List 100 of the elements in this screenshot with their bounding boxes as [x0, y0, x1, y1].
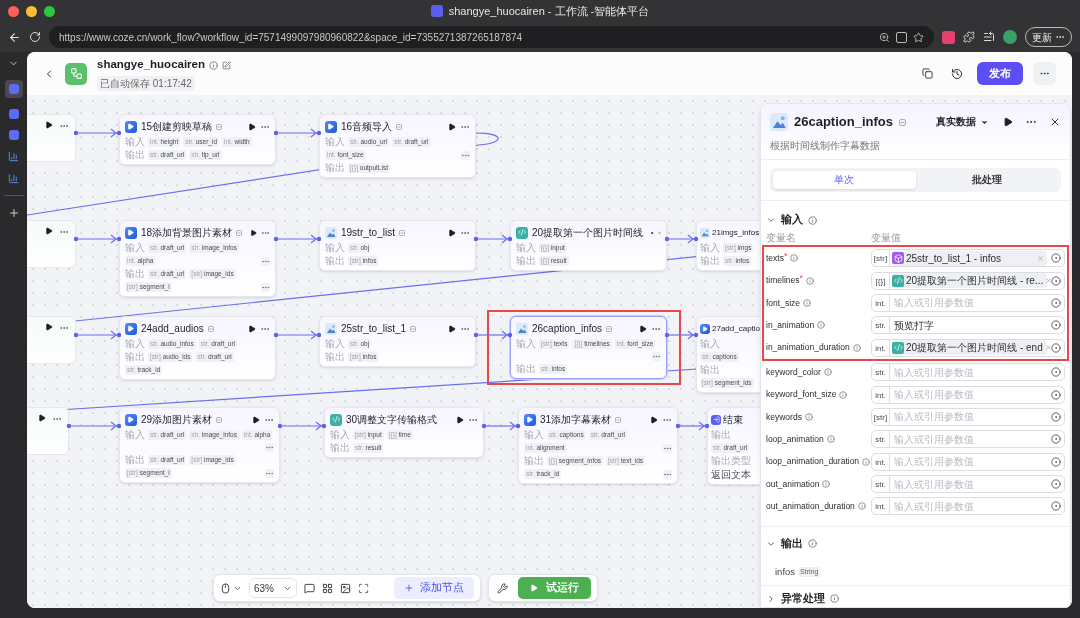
comment-icon[interactable] [304, 582, 315, 594]
run-icon[interactable] [248, 122, 256, 131]
variable-icon[interactable] [1051, 501, 1061, 512]
mouse-icon[interactable] [220, 582, 231, 594]
value-input[interactable]: 输入或引用参数值 [892, 499, 1047, 514]
clear-icon[interactable] [1044, 344, 1052, 352]
close-icon[interactable] [1049, 116, 1061, 128]
run-icon[interactable] [448, 228, 456, 237]
value-field[interactable]: int. 输入或引用参数值 [871, 497, 1065, 516]
info-icon[interactable] [862, 457, 871, 466]
info-icon[interactable] [817, 321, 826, 330]
value-field[interactable]: int. 输入或引用参数值 [871, 293, 1065, 312]
info-icon[interactable] [823, 368, 832, 377]
value-input[interactable]: 输入或引用参数值 [892, 295, 1047, 311]
value-input[interactable]: 预览打字 [892, 317, 1047, 333]
info-icon[interactable] [209, 60, 218, 70]
variable-icon[interactable] [1051, 275, 1061, 286]
value-field[interactable]: int. 输入或引用参数值 [871, 452, 1065, 471]
address-field[interactable]: https://www.coze.cn/work_flow?workflow_id=7571499097980960822&space_id=7355271387265187874 [49, 26, 934, 48]
info-icon[interactable] [852, 343, 861, 352]
image-icon[interactable] [340, 582, 351, 594]
mode-tab[interactable]: 批处理 [915, 171, 1058, 189]
info-icon[interactable] [839, 390, 848, 399]
more-pins-icon[interactable] [461, 150, 470, 160]
variable-icon[interactable] [1051, 389, 1061, 400]
frame-icon[interactable] [358, 582, 369, 594]
run-icon[interactable] [45, 227, 53, 235]
minimize-window-icon[interactable] [26, 5, 37, 17]
chart-icon[interactable] [8, 151, 19, 162]
workflow-node[interactable] [27, 316, 76, 364]
variable-icon[interactable] [1051, 434, 1061, 445]
info-icon[interactable] [826, 435, 835, 444]
history-icon[interactable] [951, 67, 963, 80]
value-input[interactable]: 输入或引用参数值 [892, 431, 1047, 447]
more-pins-icon[interactable] [265, 468, 274, 478]
chart-icon[interactable] [8, 173, 19, 184]
run-icon[interactable] [650, 415, 658, 424]
back-icon[interactable] [8, 30, 21, 44]
variable-icon[interactable] [1051, 479, 1061, 490]
value-field[interactable]: int. 输入或引用参数值 [871, 385, 1065, 404]
info-icon[interactable] [803, 298, 812, 307]
run-icon[interactable] [38, 414, 46, 422]
run-icon[interactable] [45, 121, 53, 129]
collapse-icon[interactable] [766, 215, 776, 225]
value-input[interactable]: 输入或引用参数值 [892, 454, 1047, 470]
variable-icon[interactable] [1051, 253, 1061, 264]
extensions-icon[interactable] [963, 31, 975, 43]
run-icon[interactable] [248, 324, 256, 333]
expand-icon[interactable] [766, 593, 776, 604]
value-field[interactable]: str. 输入或引用参数值 [871, 475, 1065, 494]
edit-icon[interactable] [222, 60, 231, 70]
info-icon[interactable] [808, 215, 817, 225]
copy-icon[interactable] [922, 68, 933, 79]
value-input[interactable]: 输入或引用参数值 [892, 476, 1047, 492]
workflow-node[interactable] [27, 407, 69, 455]
clear-icon[interactable] [1045, 277, 1053, 285]
more-pins-icon[interactable] [663, 443, 672, 453]
value-input[interactable]: 输入或引用参数值 [892, 364, 1047, 380]
more-pins-icon[interactable] [663, 469, 672, 479]
value-field[interactable]: int. 20提取第一个图片时间线 - end [871, 338, 1065, 357]
run-icon[interactable] [1003, 117, 1013, 127]
extension-icon[interactable] [942, 30, 955, 44]
variable-icon[interactable] [1051, 367, 1061, 378]
run-icon[interactable] [448, 324, 456, 333]
value-field[interactable]: str. 预览打字 [871, 316, 1065, 335]
info-icon[interactable] [790, 254, 799, 263]
more-pins-icon[interactable] [265, 443, 274, 452]
zoom-select[interactable]: 63% [249, 578, 297, 598]
value-input[interactable]: 输入或引用参数值 [892, 387, 1047, 403]
info-icon[interactable] [830, 594, 839, 604]
info-icon[interactable] [857, 502, 866, 511]
grid-icon[interactable] [322, 582, 333, 594]
publish-button[interactable]: 发布 [977, 62, 1023, 85]
wrench-icon[interactable] [497, 582, 508, 594]
info-icon[interactable] [804, 412, 813, 421]
run-icon[interactable] [252, 415, 260, 424]
value-field[interactable]: str. 输入或引用参数值 [871, 430, 1065, 449]
add-icon[interactable] [7, 207, 20, 219]
info-icon[interactable] [822, 480, 831, 489]
app-icon[interactable] [8, 130, 19, 140]
app-icon[interactable] [8, 109, 19, 119]
variable-icon[interactable] [1051, 456, 1061, 467]
data-mode-dropdown[interactable]: 真实数据 [936, 114, 989, 130]
run-icon[interactable] [456, 415, 464, 424]
reload-icon[interactable] [29, 31, 41, 43]
variable-icon[interactable] [1051, 297, 1061, 308]
variable-icon[interactable] [1051, 411, 1061, 422]
add-node-button[interactable]: 添加节点 [394, 577, 474, 599]
app-icon[interactable] [4, 80, 23, 98]
run-icon[interactable] [448, 122, 456, 131]
run-icon[interactable] [250, 228, 258, 237]
more-pins-icon[interactable] [261, 256, 270, 266]
reference-tag[interactable]: 25str_to_list_1 - infos [892, 250, 1047, 266]
run-icon[interactable] [639, 324, 647, 333]
workflow-node[interactable] [27, 220, 76, 268]
value-field[interactable]: [str] 输入或引用参数值 [871, 407, 1065, 426]
more-pins-icon[interactable] [652, 352, 661, 361]
more-pins-icon[interactable] [261, 282, 270, 292]
close-window-icon[interactable] [8, 5, 19, 17]
profile-avatar[interactable] [1003, 30, 1017, 44]
